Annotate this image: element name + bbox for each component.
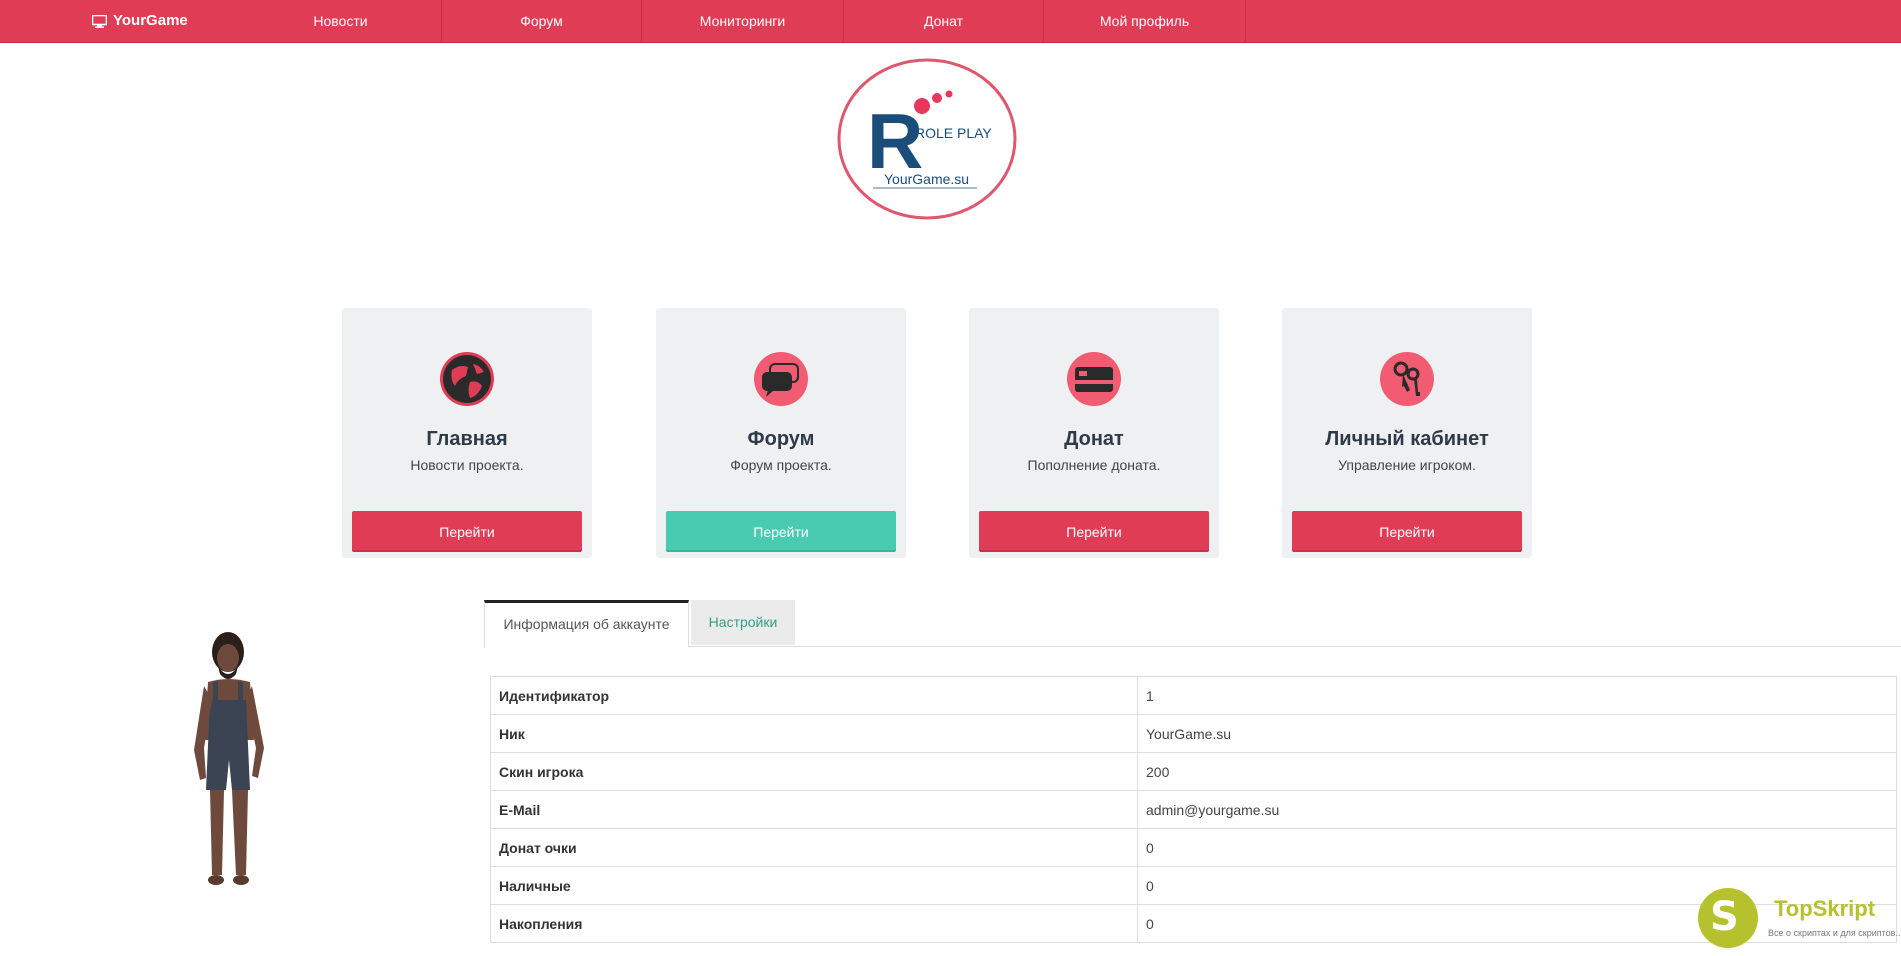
- row-value: admin@yourgame.su: [1137, 790, 1897, 829]
- go-forum-button[interactable]: Перейти: [666, 511, 896, 552]
- row-value: 1: [1137, 676, 1897, 715]
- card-title: Донат: [1064, 428, 1124, 450]
- card-desc: Управление игроком.: [1338, 457, 1476, 473]
- logo-site: YourGame.su: [884, 171, 969, 187]
- nav-my-profile[interactable]: Мой профиль: [1044, 0, 1246, 42]
- topskript-watermark: S TopSkript Все о скриптах и для скрипто…: [1696, 886, 1901, 952]
- logo-tagline: ROLE PLAY: [915, 125, 992, 141]
- watermark-name: TopSkript: [1774, 896, 1876, 921]
- monitor-icon: [92, 14, 107, 28]
- card-title: Личный кабинет: [1325, 428, 1489, 450]
- top-navbar: YourGame Новости Форум Мониторинги Донат…: [0, 0, 1901, 43]
- table-row: Накопления 0: [490, 904, 1897, 943]
- nav-monitoring[interactable]: Мониторинги: [642, 0, 844, 42]
- card-cabinet: Личный кабинет Управление игроком. Перей…: [1282, 308, 1532, 558]
- row-label: Донат очки: [490, 828, 1138, 867]
- chat-bubbles-icon: [754, 352, 808, 406]
- go-donate-button[interactable]: Перейти: [979, 511, 1209, 552]
- card-desc: Форум проекта.: [730, 457, 832, 473]
- row-label: Наличные: [490, 866, 1138, 905]
- player-skin-image: [180, 630, 280, 892]
- card-title: Главная: [426, 428, 508, 450]
- watermark-letter: S: [1710, 894, 1739, 940]
- brand-label: YourGame: [113, 12, 188, 29]
- tab-account-info[interactable]: Информация об аккаунте: [484, 600, 689, 647]
- keys-icon: [1380, 352, 1434, 406]
- row-label: Ник: [490, 714, 1138, 753]
- card-desc: Новости проекта.: [410, 457, 524, 473]
- globe-icon: [440, 352, 494, 406]
- card-forum: Форум Форум проекта. Перейти: [656, 308, 906, 558]
- row-label: Скин игрока: [490, 752, 1138, 791]
- row-label: Накопления: [490, 904, 1138, 943]
- go-home-button[interactable]: Перейти: [352, 511, 582, 552]
- row-value: YourGame.su: [1137, 714, 1897, 753]
- nav-donate[interactable]: Донат: [844, 0, 1044, 42]
- nav-forum[interactable]: Форум: [442, 0, 642, 42]
- card-donate: Донат Пополнение доната. Перейти: [969, 308, 1219, 558]
- credit-card-icon: [1067, 352, 1121, 406]
- card-home: Главная Новости проекта. Перейти: [342, 308, 592, 558]
- nav-news[interactable]: Новости: [240, 0, 442, 42]
- table-row: E-Mail admin@yourgame.su: [490, 790, 1897, 829]
- tab-settings[interactable]: Настройки: [691, 600, 795, 645]
- row-value: 0: [1137, 828, 1897, 867]
- card-title: Форум: [747, 428, 815, 450]
- brand-link[interactable]: YourGame: [92, 0, 188, 42]
- row-label: Идентификатор: [490, 676, 1138, 715]
- table-row: Скин игрока 200: [490, 752, 1897, 791]
- account-info-table: Идентификатор 1 Ник YourGame.su Скин игр…: [490, 676, 1897, 943]
- watermark-sub: Все о скриптах и для скриптов...: [1768, 928, 1901, 938]
- table-row: Ник YourGame.su: [490, 714, 1897, 753]
- row-label: E-Mail: [490, 790, 1138, 829]
- table-row: Донат очки 0: [490, 828, 1897, 867]
- row-value: 200: [1137, 752, 1897, 791]
- table-row: Наличные 0: [490, 866, 1897, 905]
- table-row: Идентификатор 1: [490, 676, 1897, 715]
- site-logo: R ROLE PLAY YourGame.su: [837, 58, 1017, 220]
- account-tabs: Информация об аккаунте Настройки: [484, 600, 1901, 647]
- go-cabinet-button[interactable]: Перейти: [1292, 511, 1522, 552]
- card-desc: Пополнение доната.: [1027, 457, 1161, 473]
